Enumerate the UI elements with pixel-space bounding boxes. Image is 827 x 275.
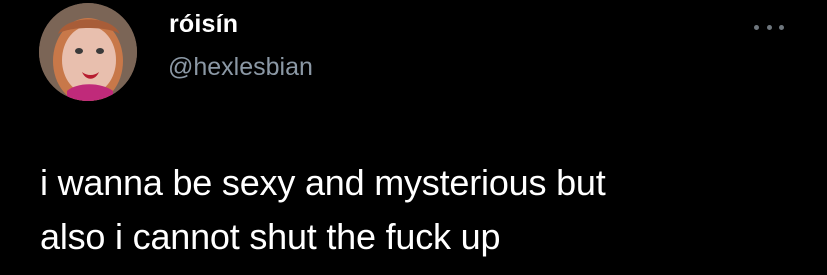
more-options-icon-dot [754, 24, 759, 30]
tweet-text: i wanna be sexy and mysterious but also … [40, 156, 800, 264]
user-handle[interactable]: @hexlesbian [168, 52, 313, 82]
more-options-icon-dot [766, 24, 772, 30]
avatar[interactable] [39, 3, 137, 101]
tweet-card: róisín @hexlesbian i wanna be sexy and m… [0, 0, 827, 275]
tweet-text-line-2: also i cannot shut the fuck up [40, 216, 501, 257]
more-options-button[interactable] [754, 15, 784, 39]
display-name[interactable]: róisín [169, 9, 238, 39]
more-options-icon-dot [779, 24, 784, 30]
tweet-text-line-1: i wanna be sexy and mysterious but [40, 162, 606, 203]
profile-photo-icon [39, 3, 137, 101]
